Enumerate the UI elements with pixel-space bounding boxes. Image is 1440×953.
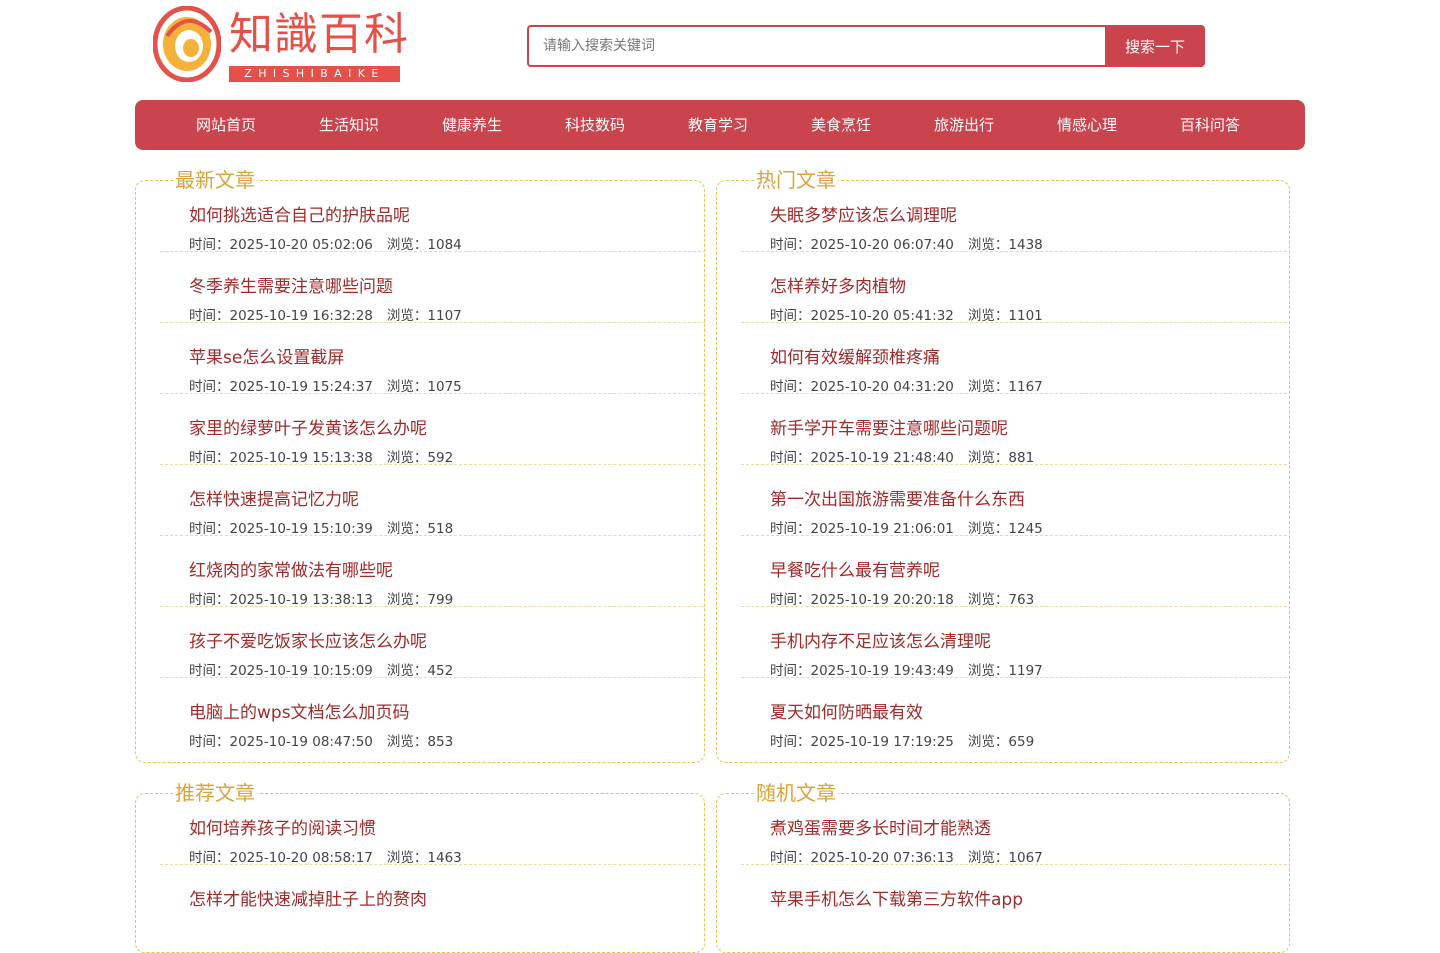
list-item: 怎样快速提高记忆力呢 时间：2025-10-19 15:10:39 浏览：518 [160, 465, 706, 537]
article-link[interactable]: 手机内存不足应该怎么清理呢 [770, 631, 991, 653]
article-views: 浏览：1075 [386, 379, 462, 395]
article-link[interactable]: 孩子不爱吃饭家长应该怎么办呢 [189, 631, 427, 653]
article-meta: 时间：2025-10-19 08:47:50 浏览：853 [189, 733, 453, 751]
article-link[interactable]: 失眠多梦应该怎么调理呢 [770, 205, 957, 227]
list-item: 早餐吃什么最有营养呢 时间：2025-10-19 20:20:18 浏览：763 [741, 536, 1287, 608]
article-meta: 时间：2025-10-19 17:19:25 浏览：659 [770, 733, 1034, 751]
nav-item-travel[interactable]: 旅游出行 [909, 100, 1019, 150]
article-time: 时间：2025-10-19 19:43:49 [770, 663, 954, 679]
article-link[interactable]: 冬季养生需要注意哪些问题 [189, 276, 393, 298]
article-time: 时间：2025-10-20 04:31:20 [770, 379, 954, 395]
list-item: 红烧肉的家常做法有哪些呢 时间：2025-10-19 13:38:13 浏览：79… [160, 536, 706, 608]
article-views: 浏览：763 [967, 592, 1035, 608]
article-views: 浏览：799 [386, 592, 454, 608]
article-time: 时间：2025-10-19 21:48:40 [770, 450, 954, 466]
nav-item-health[interactable]: 健康养生 [417, 100, 527, 150]
list-item: 苹果手机怎么下载第三方软件app [741, 865, 1287, 936]
nav-item-education[interactable]: 教育学习 [663, 100, 773, 150]
list-item: 新手学开车需要注意哪些问题呢 时间：2025-10-19 21:48:40 浏览：… [741, 394, 1287, 466]
logo-text-cn: 知識百科 [229, 9, 409, 60]
article-link[interactable]: 煮鸡蛋需要多长时间才能熟透 [770, 818, 991, 840]
article-views: 浏览：1245 [967, 521, 1043, 537]
nav-item-life[interactable]: 生活知识 [294, 100, 404, 150]
article-link[interactable]: 第一次出国旅游需要准备什么东西 [770, 489, 1025, 511]
article-views: 浏览：881 [967, 450, 1035, 466]
article-time: 时间：2025-10-19 17:19:25 [770, 734, 954, 750]
article-time: 时间：2025-10-19 20:20:18 [770, 592, 954, 608]
article-link[interactable]: 电脑上的wps文档怎么加页码 [189, 702, 410, 724]
article-panel-hot: 热门文章 失眠多梦应该怎么调理呢 时间：2025-10-20 06:07:40 浏… [716, 167, 1290, 763]
article-views: 浏览：1107 [386, 308, 462, 324]
article-link[interactable]: 怎样才能快速减掉肚子上的赘肉 [189, 889, 427, 911]
nav-item-emotion[interactable]: 情感心理 [1032, 100, 1142, 150]
article-views: 浏览：452 [386, 663, 454, 679]
logo-swirl-icon [153, 6, 221, 82]
article-views: 浏览：1438 [967, 237, 1043, 253]
list-item: 如何挑选适合自己的护肤品呢 时间：2025-10-20 05:02:06 浏览：1… [160, 181, 706, 253]
list-item: 如何培养孩子的阅读习惯 时间：2025-10-20 08:58:17 浏览：146… [160, 794, 706, 866]
list-item: 夏天如何防晒最有效 时间：2025-10-19 17:19:25 浏览：659 [741, 678, 1287, 751]
list-item: 煮鸡蛋需要多长时间才能熟透 时间：2025-10-20 07:36:13 浏览：1… [741, 794, 1287, 866]
article-time: 时间：2025-10-19 13:38:13 [189, 592, 373, 608]
article-link[interactable]: 如何有效缓解颈椎疼痛 [770, 347, 940, 369]
list-item: 冬季养生需要注意哪些问题 时间：2025-10-19 16:32:28 浏览：11… [160, 252, 706, 324]
article-views: 浏览：1197 [967, 663, 1043, 679]
article-time: 时间：2025-10-20 07:36:13 [770, 850, 954, 866]
article-link[interactable]: 如何培养孩子的阅读习惯 [189, 818, 376, 840]
article-views: 浏览：1167 [967, 379, 1043, 395]
article-time: 时间：2025-10-20 06:07:40 [770, 237, 954, 253]
list-item: 失眠多梦应该怎么调理呢 时间：2025-10-20 06:07:40 浏览：143… [741, 181, 1287, 253]
search-button[interactable]: 搜索一下 [1105, 25, 1205, 67]
nav-item-home[interactable]: 网站首页 [171, 100, 281, 150]
article-link[interactable]: 新手学开车需要注意哪些问题呢 [770, 418, 1008, 440]
list-item: 苹果se怎么设置截屏 时间：2025-10-19 15:24:37 浏览：1075 [160, 323, 706, 395]
article-views: 浏览：1463 [386, 850, 462, 866]
list-item: 手机内存不足应该怎么清理呢 时间：2025-10-19 19:43:49 浏览：1… [741, 607, 1287, 679]
article-views: 浏览：659 [967, 734, 1035, 750]
main-nav: 网站首页 生活知识 健康养生 科技数码 教育学习 美食烹饪 旅游出行 情感心理 … [135, 100, 1305, 150]
article-link[interactable]: 苹果se怎么设置截屏 [189, 347, 344, 369]
article-time: 时间：2025-10-19 08:47:50 [189, 734, 373, 750]
list-item: 家里的绿萝叶子发黄该怎么办呢 时间：2025-10-19 15:13:38 浏览：… [160, 394, 706, 466]
list-item: 电脑上的wps文档怎么加页码 时间：2025-10-19 08:47:50 浏览：… [160, 678, 706, 751]
article-link[interactable]: 早餐吃什么最有营养呢 [770, 560, 940, 582]
article-link[interactable]: 怎样养好多肉植物 [770, 276, 906, 298]
article-time: 时间：2025-10-20 08:58:17 [189, 850, 373, 866]
article-views: 浏览：518 [386, 521, 454, 537]
article-panel-recommended: 推荐文章 如何培养孩子的阅读习惯 时间：2025-10-20 08:58:17 浏… [135, 780, 706, 953]
article-views: 浏览：853 [386, 734, 454, 750]
list-item: 怎样养好多肉植物 时间：2025-10-20 05:41:32 浏览：1101 [741, 252, 1287, 324]
nav-item-food[interactable]: 美食烹饪 [786, 100, 896, 150]
article-link[interactable]: 怎样快速提高记忆力呢 [189, 489, 359, 511]
article-time: 时间：2025-10-19 15:13:38 [189, 450, 373, 466]
site-logo[interactable]: 知識百科 ZHISHIBAIKE [153, 6, 408, 86]
search-bar: 搜索一下 [527, 25, 1205, 67]
logo-text-en: ZHISHIBAIKE [229, 66, 400, 82]
article-time: 时间：2025-10-19 15:10:39 [189, 521, 373, 537]
article-views: 浏览：1067 [967, 850, 1043, 866]
article-time: 时间：2025-10-19 16:32:28 [189, 308, 373, 324]
list-item: 如何有效缓解颈椎疼痛 时间：2025-10-20 04:31:20 浏览：1167 [741, 323, 1287, 395]
article-link[interactable]: 如何挑选适合自己的护肤品呢 [189, 205, 410, 227]
article-time: 时间：2025-10-19 10:15:09 [189, 663, 373, 679]
article-link[interactable]: 红烧肉的家常做法有哪些呢 [189, 560, 393, 582]
list-item: 第一次出国旅游需要准备什么东西 时间：2025-10-19 21:06:01 浏览… [741, 465, 1287, 537]
article-time: 时间：2025-10-19 21:06:01 [770, 521, 954, 537]
list-item: 孩子不爱吃饭家长应该怎么办呢 时间：2025-10-19 10:15:09 浏览：… [160, 607, 706, 679]
list-item: 怎样才能快速减掉肚子上的赘肉 [160, 865, 706, 936]
nav-item-tech[interactable]: 科技数码 [540, 100, 650, 150]
article-views: 浏览：1084 [386, 237, 462, 253]
article-link[interactable]: 家里的绿萝叶子发黄该怎么办呢 [189, 418, 427, 440]
article-time: 时间：2025-10-20 05:02:06 [189, 237, 373, 253]
article-link[interactable]: 苹果手机怎么下载第三方软件app [770, 889, 1023, 911]
article-views: 浏览：1101 [967, 308, 1043, 324]
article-panel-latest: 最新文章 如何挑选适合自己的护肤品呢 时间：2025-10-20 05:02:0… [135, 167, 706, 763]
article-link[interactable]: 夏天如何防晒最有效 [770, 702, 923, 724]
article-time: 时间：2025-10-19 15:24:37 [189, 379, 373, 395]
search-input[interactable] [527, 25, 1106, 67]
article-views: 浏览：592 [386, 450, 454, 466]
article-panel-random: 随机文章 煮鸡蛋需要多长时间才能熟透 时间：2025-10-20 07:36:1… [716, 780, 1290, 953]
article-time: 时间：2025-10-20 05:41:32 [770, 308, 954, 324]
nav-item-qa[interactable]: 百科问答 [1155, 100, 1265, 150]
